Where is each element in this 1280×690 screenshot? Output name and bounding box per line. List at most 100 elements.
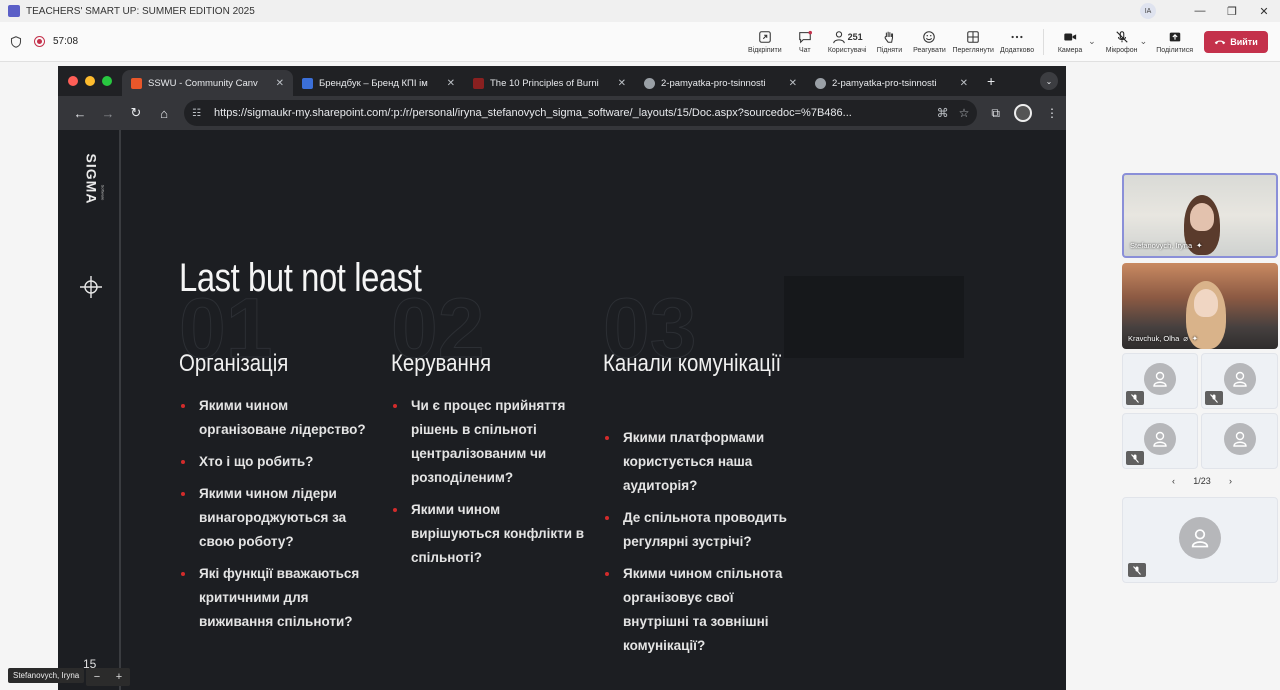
user-avatar[interactable]: IA: [1140, 3, 1156, 19]
tab-favicon-icon: [302, 77, 313, 89]
share-button[interactable]: Поділитися: [1153, 23, 1196, 61]
tab-close-icon[interactable]: ✕: [789, 78, 797, 89]
tab-search-chevron-icon[interactable]: ⌄: [1040, 72, 1058, 90]
shield-icon[interactable]: [10, 35, 22, 48]
recording-icon: [34, 36, 45, 47]
browser-tab[interactable]: The 10 Principles of Burni ✕: [464, 70, 635, 96]
camera-options-chevron-icon[interactable]: ⌄: [1088, 36, 1096, 47]
share-label: Поділитися: [1156, 46, 1193, 54]
camera-icon: [1064, 33, 1077, 40]
participant-video-tile[interactable]: Kravchuk, Olha ⌀ ✦: [1122, 263, 1278, 349]
slide-column-organization: Організація Якими чином організоване лід…: [179, 350, 379, 642]
bullet-item: Якими чином спільнота організовує свої в…: [603, 562, 803, 658]
people-label: Користувачі: [827, 46, 867, 54]
bullet-item: Які функції вважаються критичними для ви…: [179, 562, 379, 634]
bullet-item: Якими платформами користується наша ауди…: [603, 426, 803, 498]
tab-close-icon[interactable]: ✕: [276, 78, 284, 89]
zoom-in-icon[interactable]: +: [116, 671, 122, 683]
raise-hand-button[interactable]: Підняти: [869, 23, 909, 61]
tab-label: The 10 Principles of Burni: [490, 77, 599, 89]
camera-label: Камера: [1057, 46, 1083, 54]
browser-menu-icon[interactable]: ⋮: [1046, 106, 1058, 120]
people-icon: [832, 30, 845, 43]
presentation-slide: SIGMA Software 15 Last but not least 01 …: [58, 130, 1066, 690]
address-bar[interactable]: ☷ https://sigmaukr-my.sharepoint.com/:p:…: [184, 100, 978, 126]
participant-tile[interactable]: [1122, 413, 1198, 469]
new-tab-plus-icon[interactable]: +: [977, 73, 1005, 89]
slide-column-governance: Керування Чи є процес прийняття рішень в…: [391, 350, 591, 578]
window-title: TEACHERS' SMART UP: SUMMER EDITION 2025: [26, 5, 255, 17]
reload-icon[interactable]: ↻: [122, 105, 150, 121]
tab-close-icon[interactable]: ✕: [618, 78, 626, 89]
presenter-name-caption: Stefanovych, Iryna: [8, 668, 85, 683]
browser-tab[interactable]: SSWU - Community Canv ✕: [122, 70, 293, 96]
previous-page-chevron-icon[interactable]: ‹: [1172, 476, 1175, 486]
pin-icon: ✦: [1196, 241, 1203, 250]
leave-button[interactable]: Вийти: [1204, 30, 1268, 53]
leave-label: Вийти: [1230, 36, 1258, 47]
mic-muted-icon: [1126, 451, 1144, 465]
bullet-list: Якими платформами користується наша ауди…: [603, 426, 803, 658]
view-label: Переглянути: [952, 46, 994, 54]
participant-name: Stefanovych, Iryna: [1130, 241, 1193, 250]
translate-icon[interactable]: ⌘: [937, 106, 949, 120]
globe-icon: [815, 77, 826, 89]
browser-tab[interactable]: Брендбук – Бренд КПІ ім ✕: [293, 70, 464, 96]
more-label: Додатково: [999, 46, 1035, 54]
forward-arrow-icon[interactable]: →: [94, 106, 122, 121]
zoom-out-icon[interactable]: −: [94, 671, 100, 683]
profile-avatar[interactable]: [1014, 104, 1032, 122]
bullet-list: Чи є процес прийняття рішень в спільноті…: [391, 394, 591, 570]
maximize-button[interactable]: ❐: [1216, 5, 1248, 18]
participant-tile[interactable]: [1201, 413, 1278, 469]
tab-favicon-icon: [131, 77, 142, 89]
sigma-mark-icon: [80, 276, 102, 298]
camera-button[interactable]: Камера: [1050, 23, 1090, 61]
participant-tile[interactable]: [1122, 353, 1198, 409]
close-button[interactable]: ✕: [1248, 5, 1280, 18]
slide-sidebar: SIGMA Software 15: [58, 130, 121, 690]
microphone-options-chevron-icon[interactable]: ⌄: [1140, 36, 1148, 47]
globe-icon: [644, 77, 655, 89]
teams-app-icon: [8, 5, 20, 17]
next-page-chevron-icon[interactable]: ›: [1229, 476, 1232, 486]
view-button[interactable]: Переглянути: [949, 23, 996, 61]
unpin-label: Відкріпити: [748, 46, 782, 54]
page-indicator: 1/23: [1193, 476, 1211, 486]
bookmark-star-icon[interactable]: ☆: [959, 106, 970, 120]
people-button[interactable]: 251 Користувачі: [825, 23, 870, 61]
chat-button[interactable]: Чат: [785, 23, 825, 61]
site-info-icon[interactable]: ☷: [192, 108, 206, 119]
tab-close-icon[interactable]: ✕: [447, 78, 455, 89]
react-button[interactable]: Реагувати: [909, 23, 949, 61]
tab-close-icon[interactable]: ✕: [960, 78, 968, 89]
shared-screen: SSWU - Community Canv ✕ Брендбук – Бренд…: [58, 66, 1066, 690]
browser-tab[interactable]: 2-pamyatka-pro-tsinnosti ✕: [806, 70, 977, 96]
browser-tab[interactable]: 2-pamyatka-pro-tsinnosti ✕: [635, 70, 806, 96]
more-button[interactable]: Додатково: [997, 23, 1037, 61]
react-label: Реагувати: [913, 46, 946, 54]
column-heading: Організація: [179, 350, 289, 377]
participant-name-label: Stefanovych, Iryna ✦: [1130, 241, 1202, 250]
extensions-icon[interactable]: ⧉: [991, 106, 1000, 121]
tab-label: 2-pamyatka-pro-tsinnosti: [661, 77, 766, 89]
participant-tile[interactable]: [1201, 353, 1278, 409]
mic-muted-icon: [1205, 391, 1223, 405]
unpin-button[interactable]: Відкріпити: [745, 23, 785, 61]
toolbar-divider: [1043, 28, 1045, 55]
sigma-logo: SIGMA: [76, 144, 106, 214]
microphone-button[interactable]: Мікрофон: [1102, 23, 1142, 61]
home-icon[interactable]: ⌂: [150, 106, 178, 121]
back-arrow-icon[interactable]: ←: [66, 106, 94, 121]
participant-tile-large[interactable]: [1122, 497, 1278, 583]
bullet-item: Де спільнота проводить регулярні зустріч…: [603, 506, 803, 554]
tab-label: Брендбук – Бренд КПІ ім: [319, 77, 428, 89]
avatar-placeholder-icon: [1144, 363, 1176, 395]
raise-hand-label: Підняти: [876, 46, 903, 54]
participant-video-tile[interactable]: Stefanovych, Iryna ✦: [1122, 173, 1278, 258]
browser-toolbar: ← → ↻ ⌂ ☷ https://sigmaukr-my.sharepoint…: [58, 96, 1066, 130]
mic-muted-icon: ⌀: [1183, 334, 1188, 343]
minimize-button[interactable]: —: [1184, 5, 1216, 17]
share-screen-icon: [1169, 32, 1180, 41]
tab-label: 2-pamyatka-pro-tsinnosti: [832, 77, 937, 89]
